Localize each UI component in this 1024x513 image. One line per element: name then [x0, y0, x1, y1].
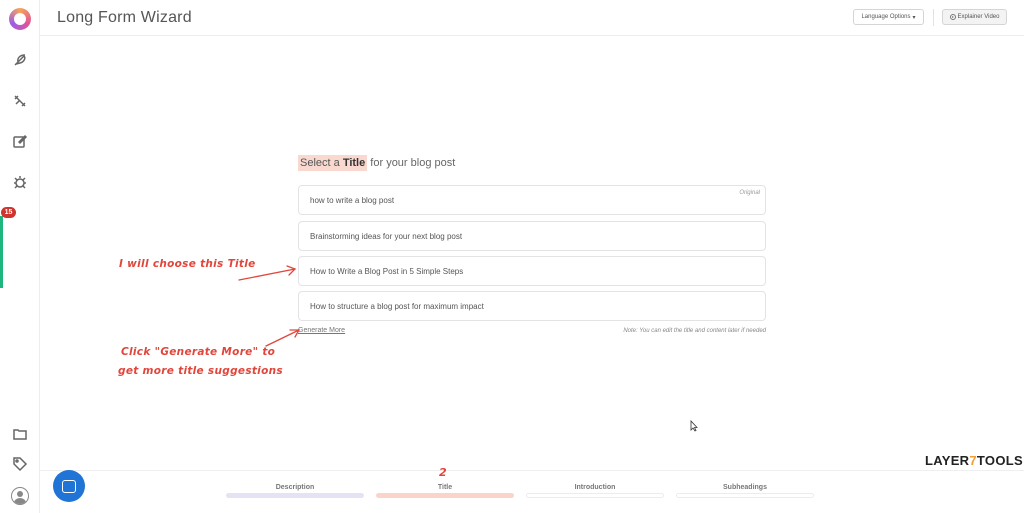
folder-icon[interactable] [11, 425, 29, 443]
title-option[interactable]: how to write a blog post Original [298, 185, 766, 215]
title-option-text: How to structure a blog post for maximum… [310, 301, 484, 311]
header: Long Form Wizard Language Options ▾ Expl… [40, 0, 1024, 36]
notification-badge[interactable]: 15 [1, 207, 16, 218]
arrow-to-generate-more [265, 329, 300, 347]
step-label: Description [275, 484, 315, 491]
arrow-head-title-option [286, 265, 297, 276]
mouse-cursor-icon [690, 420, 698, 432]
brand-part1: LAYER [925, 453, 970, 468]
annotation-generate-line1: Click "Generate More" to [121, 346, 276, 358]
annotation-step-number: 2 [439, 466, 447, 479]
step-label: Subheadings [723, 484, 767, 491]
edit-note: Note: You can edit the title and content… [623, 328, 766, 334]
title-option[interactable]: Brainstorming ideas for your next blog p… [298, 221, 766, 251]
step-introduction[interactable]: Introduction [526, 484, 664, 498]
step-progress-bar [226, 493, 364, 498]
step-progress-bar [376, 493, 514, 498]
page-title: Long Form Wizard [57, 9, 192, 26]
play-icon [949, 14, 956, 20]
picker-heading: Select a Title for your blog post [298, 155, 456, 171]
step-description[interactable]: Description [226, 484, 364, 498]
tag-icon[interactable] [11, 455, 29, 473]
step-subheadings[interactable]: Subheadings [676, 484, 814, 498]
heading-highlight: Select a Title [298, 155, 368, 171]
brand-watermark: LAYER7TOOLS [925, 453, 1023, 468]
app-root: 15 Long Form Wizard Language Options ▾ E… [0, 0, 1024, 513]
edit-icon[interactable] [11, 132, 29, 150]
brand-part2: 7 [969, 453, 977, 468]
annotation-generate-line2: get more title suggestions [118, 365, 283, 377]
generate-more-link[interactable]: Generate More [298, 327, 345, 334]
title-option[interactable]: How to structure a blog post for maximum… [298, 291, 766, 321]
annotation-choose-title: I will choose this Title [119, 258, 256, 270]
tools-icon[interactable] [11, 92, 29, 110]
header-divider [933, 9, 934, 26]
app-logo[interactable] [9, 8, 31, 30]
language-options-label: Language Options [861, 14, 911, 20]
language-options-button[interactable]: Language Options ▾ [853, 9, 924, 25]
sidebar: 15 [0, 0, 40, 513]
step-title[interactable]: Title [376, 484, 514, 498]
active-indicator [0, 216, 3, 288]
heading-prefix: Select a [300, 157, 340, 169]
heading-keyword: Title [342, 157, 366, 169]
avatar-icon[interactable] [11, 487, 29, 505]
bottom-divider [40, 470, 1024, 471]
explainer-video-label: Explainer Video [957, 14, 1000, 20]
explainer-video-button[interactable]: Explainer Video [942, 9, 1007, 25]
title-option[interactable]: How to Write a Blog Post in 5 Simple Ste… [298, 256, 766, 286]
chat-support-button[interactable] [53, 470, 85, 502]
title-option-text: Brainstorming ideas for your next blog p… [310, 231, 463, 241]
step-progress-bar [676, 493, 814, 498]
step-label: Introduction [574, 484, 616, 491]
original-tag: Original [739, 190, 760, 196]
title-option-text: how to write a blog post [310, 195, 395, 205]
title-option-text: How to Write a Blog Post in 5 Simple Ste… [310, 266, 464, 276]
step-progress-bar [526, 493, 664, 498]
step-label: Title [437, 484, 453, 491]
brand-part3: TOOLS [976, 453, 1023, 468]
feather-icon[interactable] [11, 51, 29, 69]
bug-icon[interactable] [11, 173, 29, 191]
arrow-to-title-option [238, 268, 296, 281]
heading-suffix: for your blog post [370, 157, 456, 169]
caret-down-icon: ▾ [912, 14, 916, 21]
